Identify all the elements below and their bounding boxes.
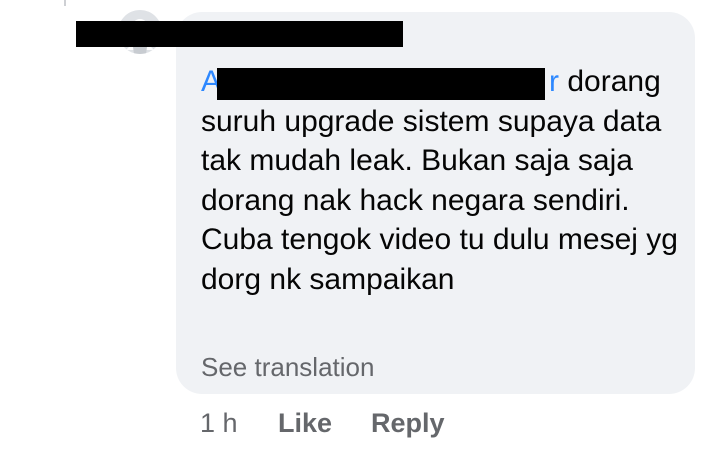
comment-timestamp[interactable]: 1 h: [200, 406, 238, 440]
see-translation-link[interactable]: See translation: [201, 352, 374, 382]
reply-button[interactable]: Reply: [371, 406, 445, 440]
tagged-user-last-letter[interactable]: r: [549, 65, 559, 98]
author-name-redaction: [76, 21, 403, 47]
comment-page: Izzat Aziz Ar dorang suruh upgrade siste…: [0, 0, 720, 470]
thread-line: [64, 0, 66, 6]
like-button[interactable]: Like: [278, 406, 332, 440]
tagged-user-redaction: [217, 68, 545, 100]
